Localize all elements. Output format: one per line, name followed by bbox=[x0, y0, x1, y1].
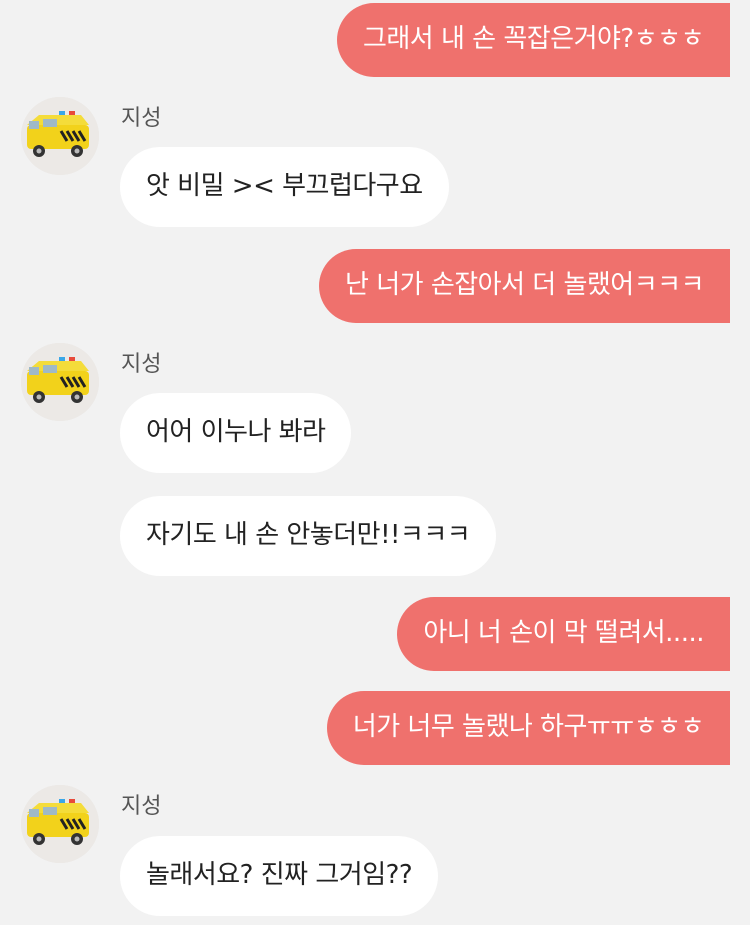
incoming-message[interactable]: 앗 비밀 >< 부끄럽다구요 bbox=[120, 147, 449, 227]
incoming-message[interactable]: 어어 이누나 봐라 bbox=[120, 393, 352, 473]
sender-name: 지성 bbox=[121, 794, 162, 819]
outgoing-message[interactable]: 난 너가 손잡아서 더 놀랬어ㅋㅋㅋ bbox=[319, 249, 730, 323]
incoming-message[interactable]: 자기도 내 손 안놓더만!!ㅋㅋㅋ bbox=[120, 496, 497, 576]
sender-avatar[interactable] bbox=[21, 785, 99, 863]
incoming-message[interactable]: 놀래서요? 진짜 그거임?? bbox=[120, 836, 439, 916]
sender-name: 지성 bbox=[121, 352, 162, 377]
outgoing-message[interactable]: 아니 너 손이 막 떨려서..... bbox=[397, 597, 730, 671]
sender-avatar[interactable] bbox=[21, 343, 99, 421]
outgoing-message[interactable]: 너가 너무 놀랬나 하구ㅠㅠㅎㅎㅎ bbox=[326, 691, 730, 765]
toy-ambulance-icon bbox=[21, 343, 99, 421]
toy-ambulance-icon bbox=[21, 785, 99, 863]
toy-ambulance-icon bbox=[21, 97, 99, 175]
sender-name: 지성 bbox=[121, 106, 162, 131]
sender-avatar[interactable] bbox=[21, 97, 99, 175]
outgoing-message[interactable]: 그래서 내 손 꼭잡은거야?ㅎㅎㅎ bbox=[336, 3, 730, 77]
